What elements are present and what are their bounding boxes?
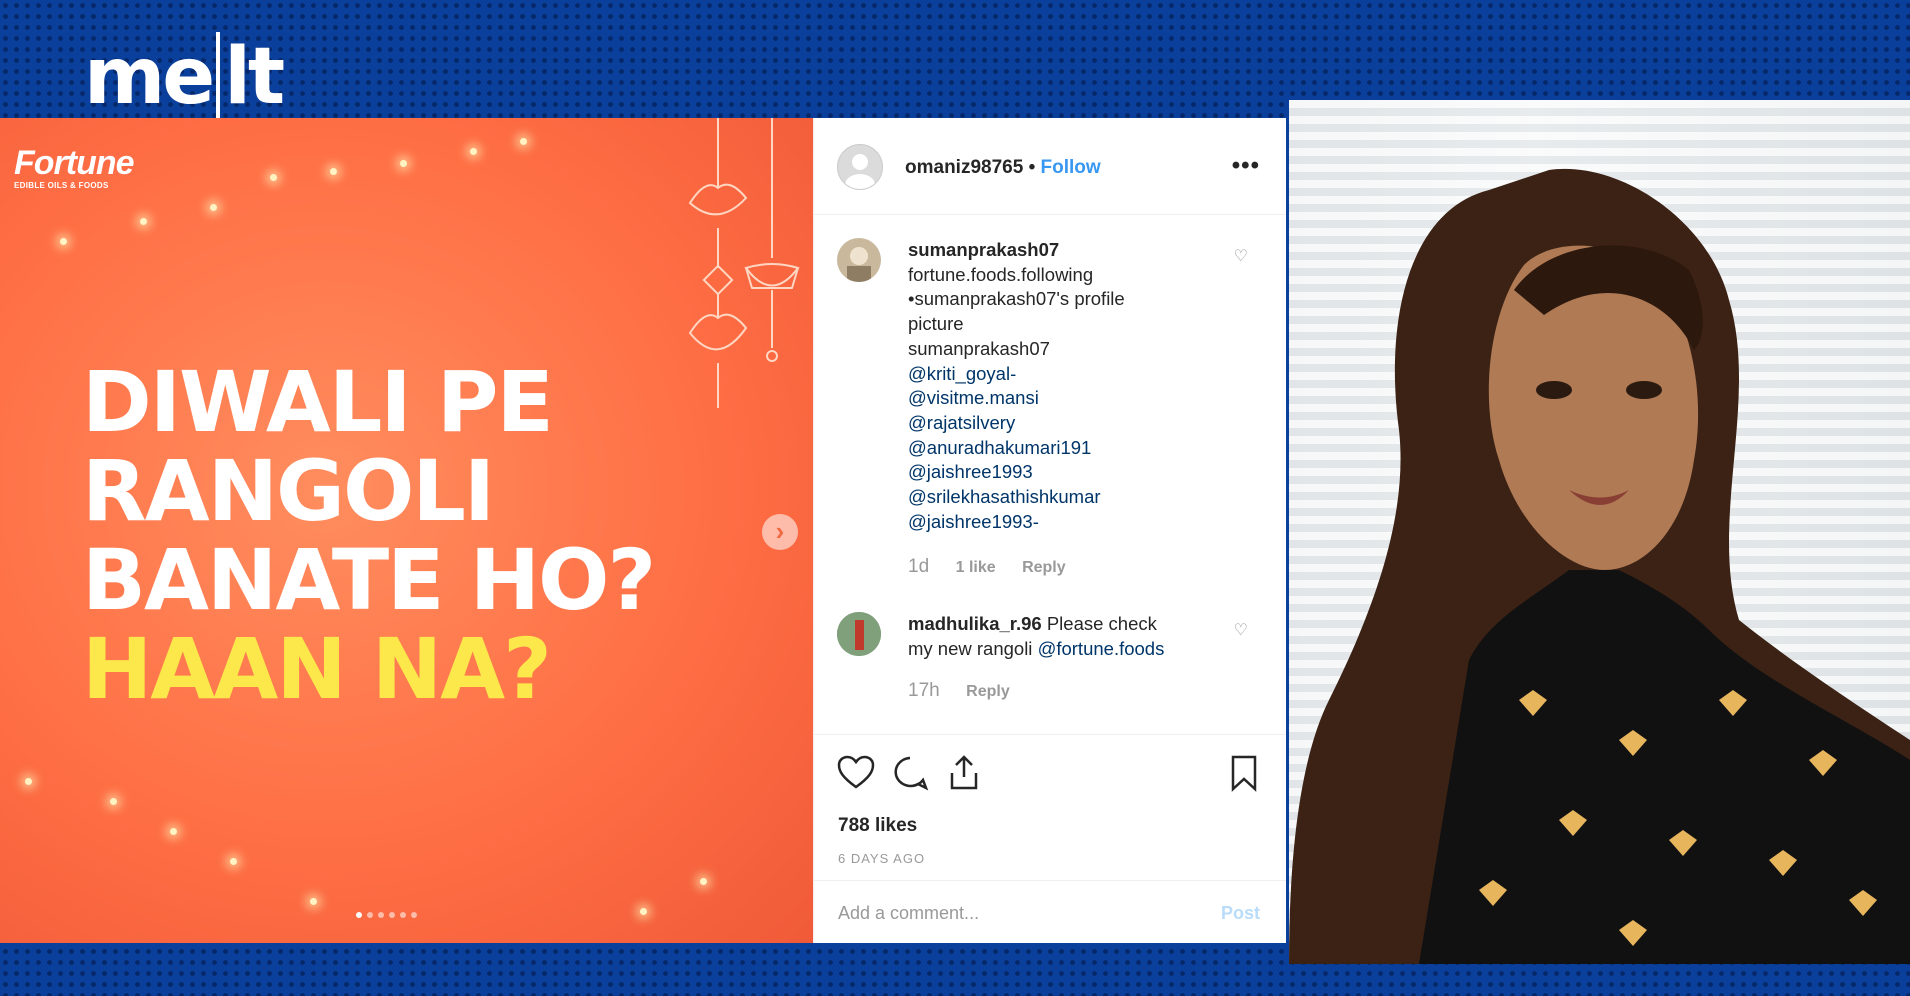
instagram-post: Fortune EDIBLE OILS & FOODS DIWALI PE RA…: [0, 118, 1286, 943]
post-button[interactable]: Post: [1221, 903, 1260, 924]
comment-likes[interactable]: 1 like: [956, 559, 996, 576]
comment-like-icon[interactable]: ♡: [1234, 246, 1248, 266]
diya-decoration-icon: [688, 118, 800, 408]
post-headline: DIWALI PE RANGOLI BANATE HO? HAAN NA?: [82, 353, 656, 718]
headline-line: DIWALI PE: [82, 353, 554, 451]
comment-username[interactable]: madhulika_r.96: [908, 613, 1042, 634]
separator-dot: •: [1028, 157, 1036, 178]
post-image: Fortune EDIBLE OILS & FOODS DIWALI PE RA…: [0, 118, 813, 943]
bookmark-icon[interactable]: [1224, 753, 1264, 793]
headline-line: RANGOLI: [82, 442, 495, 540]
fortune-logo: Fortune EDIBLE OILS & FOODS: [14, 144, 135, 190]
comment-line: •sumanprakash07's profile: [908, 288, 1125, 310]
comment-line: picture: [908, 313, 964, 335]
avatar[interactable]: [837, 144, 883, 190]
carousel-dot: [411, 912, 417, 918]
comment-line: fortune.foods.following: [908, 263, 1094, 285]
post-actions: 788 likes 6 DAYS AGO: [814, 734, 1286, 881]
mention-link[interactable]: @jaishree1993-: [908, 510, 1228, 535]
mention-link[interactable]: @visitme.mansi: [908, 386, 1228, 411]
carousel-dot: [356, 912, 362, 918]
carousel-dot: [378, 912, 384, 918]
mention-link[interactable]: @kriti_goyal-: [908, 362, 1228, 387]
reply-button[interactable]: Reply: [966, 683, 1010, 700]
likes-count[interactable]: 788 likes: [838, 815, 917, 837]
more-options-icon[interactable]: •••: [1232, 152, 1260, 180]
post-header: omaniz98765 • Follow •••: [814, 118, 1286, 215]
comment-time: 1d: [908, 556, 930, 577]
comment-username[interactable]: sumanprakash07: [908, 239, 1059, 260]
comment-text: my new rangoli: [908, 637, 1033, 659]
follow-button[interactable]: Follow: [1041, 157, 1101, 178]
comment-input[interactable]: Add a comment...: [838, 903, 979, 924]
carousel-next-button[interactable]: ›: [762, 514, 798, 550]
presenter-video: [1289, 100, 1910, 964]
mention-link[interactable]: @fortune.foods: [1038, 638, 1165, 659]
comment-meta: 17h Reply: [908, 680, 1032, 702]
comment-body: madhulika_r.96 Please check my new rango…: [908, 612, 1228, 661]
mention-link[interactable]: @rajatsilvery: [908, 411, 1228, 436]
carousel-dots: [356, 912, 417, 918]
comment-icon[interactable]: [890, 753, 930, 793]
headline-line: BANATE HO?: [82, 531, 656, 629]
headline-highlight: HAAN NA?: [82, 620, 552, 718]
carousel-dot: [389, 912, 395, 918]
post-username[interactable]: omaniz98765: [905, 157, 1023, 178]
post-side-panel: omaniz98765 • Follow ••• sumanprakash07 …: [813, 118, 1286, 943]
heart-icon[interactable]: [836, 753, 876, 793]
reply-button[interactable]: Reply: [1022, 559, 1066, 576]
presenter-image: [1289, 168, 1910, 964]
mention-link[interactable]: @anuradhakumari191: [908, 436, 1228, 461]
mention-link[interactable]: @srilekhasathishkumar: [908, 485, 1228, 510]
avatar[interactable]: [837, 238, 881, 282]
comment-text: Please check: [1046, 613, 1157, 634]
carousel-dot: [400, 912, 406, 918]
comment-time: 17h: [908, 680, 940, 701]
comment-like-icon[interactable]: ♡: [1234, 620, 1248, 640]
comment-body: sumanprakash07 fortune.foods.following •…: [908, 238, 1228, 534]
mention-link[interactable]: @jaishree1993: [908, 460, 1228, 485]
carousel-dot: [367, 912, 373, 918]
share-icon[interactable]: [944, 753, 984, 793]
comment-line: sumanprakash07: [908, 337, 1050, 359]
comment-meta: 1d 1 like Reply: [908, 556, 1088, 578]
post-timestamp: 6 DAYS AGO: [838, 851, 926, 866]
comment-composer: Add a comment... Post: [814, 880, 1286, 944]
avatar[interactable]: [837, 612, 881, 656]
